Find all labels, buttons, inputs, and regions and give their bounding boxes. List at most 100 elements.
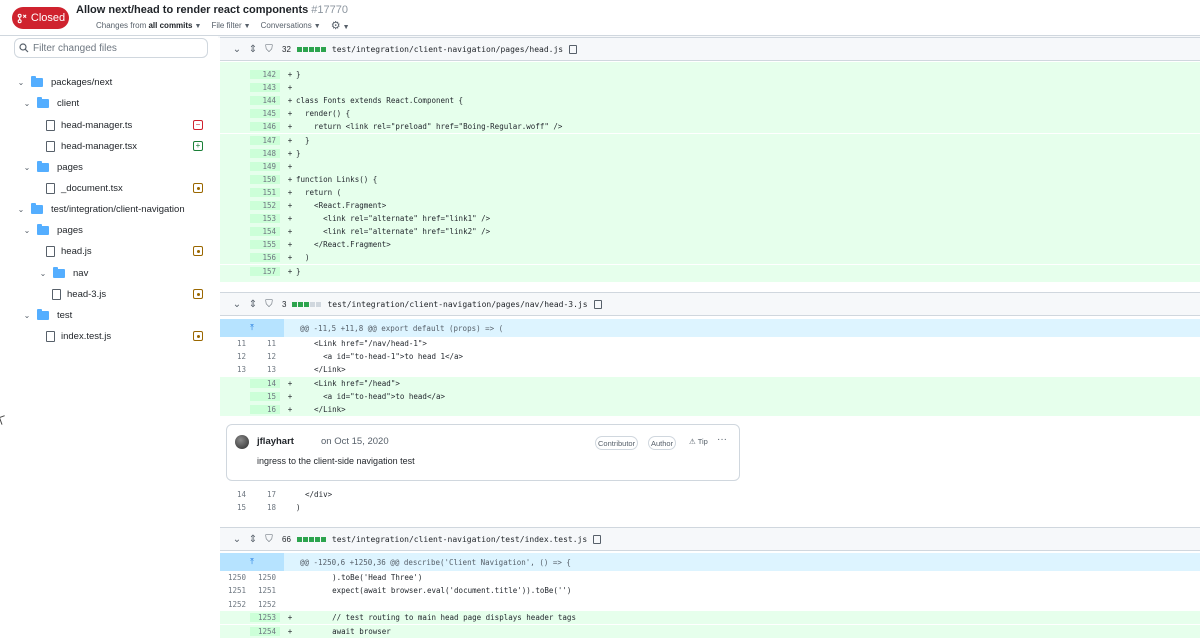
chevron-down-icon[interactable]: ⌄ <box>22 226 32 235</box>
chevron-down-icon[interactable]: ⌄ <box>22 163 32 172</box>
expand-all-icon[interactable]: ⇕ <box>248 44 258 55</box>
new-line-number[interactable]: 150 <box>250 174 280 184</box>
new-line-number[interactable]: 1253 <box>250 613 280 623</box>
new-line-number[interactable]: 15 <box>250 391 280 401</box>
new-line-number[interactable]: 143 <box>250 83 280 93</box>
chevron-down-icon[interactable]: ⌄ <box>38 269 48 278</box>
chevron-down-icon[interactable]: ⌄ <box>22 99 32 108</box>
new-line-number[interactable]: 1254 <box>250 626 280 636</box>
copy-icon[interactable] <box>593 534 602 544</box>
old-line-number[interactable]: 15 <box>220 503 250 512</box>
diff-added-line: 154 + <link rel="alternate" href="link2" … <box>220 225 1200 239</box>
new-line-number[interactable]: 17 <box>250 490 280 499</box>
expand-up-icon[interactable]: ⤒ <box>220 553 284 571</box>
chevron-down-icon[interactable]: ⌄ <box>232 534 242 545</box>
code-text: expect(await browser.eval('document.titl… <box>296 586 572 596</box>
tree-file[interactable]: head-manager.ts <box>46 116 132 134</box>
code-text: function Links() { <box>296 174 378 184</box>
tree-file[interactable]: index.test.js <box>46 327 111 345</box>
diff-added-line <box>220 278 1200 282</box>
file-filter-dropdown[interactable]: File filter ▼ <box>211 21 250 30</box>
expand-all-icon[interactable]: ⇕ <box>248 534 258 545</box>
old-line-number[interactable]: 14 <box>220 490 250 499</box>
expand-up-icon[interactable]: ⤒ <box>220 319 284 337</box>
new-line-number[interactable]: 155 <box>250 240 280 250</box>
new-line-number[interactable]: 12 <box>250 352 280 361</box>
new-line-number[interactable]: 1251 <box>250 586 280 595</box>
tree-item-label: pages <box>57 224 83 236</box>
copy-icon[interactable] <box>569 44 578 54</box>
tree-file[interactable]: head-manager.tsx <box>46 137 137 155</box>
diff-file-path[interactable]: test/integration/client-navigation/test/… <box>332 535 587 544</box>
diff-sign: + <box>287 135 293 145</box>
new-line-number[interactable]: 145 <box>250 109 280 119</box>
new-line-number[interactable]: 142 <box>250 70 280 79</box>
new-line-number[interactable]: 153 <box>250 214 280 224</box>
new-line-number[interactable]: 148 <box>250 148 280 158</box>
chevron-down-icon[interactable]: ⌄ <box>232 299 242 310</box>
tree-folder[interactable]: ⌄ packages/next <box>16 73 112 91</box>
code-text: class Fonts extends React.Component { <box>296 96 464 106</box>
settings-dropdown[interactable]: ⚙ ▼ <box>331 19 350 32</box>
code-text: </Link> <box>296 405 346 414</box>
new-line-number[interactable]: 16 <box>250 405 280 414</box>
comment-date[interactable]: on Oct 15, 2020 <box>321 436 389 447</box>
diff-sign: + <box>287 109 293 119</box>
new-line-number[interactable]: 154 <box>250 227 280 237</box>
comment-author[interactable]: jflayhart <box>257 436 294 447</box>
tree-folder[interactable]: ⌄ test/integration/client-navigation <box>16 200 185 218</box>
diff-added-line: 145 + render() { <box>220 107 1200 121</box>
new-line-number[interactable]: 147 <box>250 135 280 145</box>
chevron-down-icon[interactable]: ⌄ <box>22 311 32 320</box>
old-line-number[interactable]: 12 <box>220 352 250 361</box>
copy-icon[interactable] <box>593 299 602 309</box>
conversations-dropdown[interactable]: Conversations ▼ <box>261 21 321 30</box>
new-line-number[interactable]: 144 <box>250 96 280 106</box>
diff-file-path[interactable]: test/integration/client-navigation/pages… <box>327 300 587 309</box>
new-line-number[interactable]: 157 <box>250 266 280 276</box>
tip-button[interactable]: ⚠ Tip <box>689 437 708 446</box>
tree-item-label: index.test.js <box>61 330 112 342</box>
new-line-number[interactable]: 18 <box>250 503 280 512</box>
tree-folder[interactable]: ⌄ pages <box>22 221 83 239</box>
old-line-number[interactable]: 11 <box>220 339 250 348</box>
chevron-down-icon[interactable]: ⌄ <box>16 78 26 87</box>
diff-change-count: 32 <box>282 44 291 54</box>
old-line-number[interactable]: 1251 <box>220 586 250 595</box>
diff-context-line: 15 18) <box>220 501 1200 514</box>
tree-file[interactable]: head.js <box>46 242 92 260</box>
chevron-down-icon[interactable]: ⌄ <box>16 205 26 214</box>
new-line-number[interactable]: 151 <box>250 187 280 197</box>
new-line-number[interactable]: 1250 <box>250 573 280 582</box>
filter-files-box[interactable] <box>14 38 208 58</box>
changes-from-dropdown[interactable]: Changes from all commits ▼ <box>96 21 201 30</box>
new-line-number[interactable]: 152 <box>250 201 280 210</box>
avatar[interactable] <box>235 435 249 449</box>
old-line-number[interactable]: 13 <box>220 365 250 374</box>
chevron-down-icon[interactable]: ⌄ <box>232 44 242 55</box>
tree-file[interactable]: head-3.js <box>52 285 106 303</box>
tree-folder[interactable]: ⌄ client <box>22 94 79 112</box>
pr-state-badge: Closed <box>12 7 69 29</box>
diff-file-header: ⌄ ⇕ ⛉ 32 test/integration/client-navigat… <box>220 37 1200 61</box>
new-line-number[interactable]: 14 <box>250 378 280 388</box>
diff-file-path[interactable]: test/integration/client-navigation/pages… <box>332 45 563 54</box>
new-line-number[interactable]: 149 <box>250 161 280 171</box>
tree-folder[interactable]: ⌄ nav <box>38 264 88 282</box>
tree-item-label: packages/next <box>51 76 113 88</box>
file-status-modified-icon <box>193 183 203 193</box>
tree-folder[interactable]: ⌄ pages <box>22 158 83 176</box>
tree-folder[interactable]: ⌄ test <box>22 306 72 324</box>
new-line-number[interactable]: 1252 <box>250 600 280 609</box>
new-line-number[interactable]: 13 <box>250 365 280 374</box>
new-line-number[interactable]: 146 <box>250 122 280 132</box>
expand-all-icon[interactable]: ⇕ <box>248 299 258 310</box>
tree-file[interactable]: _document.tsx <box>46 179 123 197</box>
new-line-number[interactable]: 11 <box>250 339 280 348</box>
new-line-number[interactable]: 156 <box>250 253 280 263</box>
filter-files-input[interactable] <box>33 42 193 54</box>
more-options-icon[interactable]: ··· <box>717 434 727 445</box>
old-line-number[interactable]: 1250 <box>220 573 250 582</box>
diff-sign: + <box>287 174 293 184</box>
old-line-number[interactable]: 1252 <box>220 600 250 609</box>
